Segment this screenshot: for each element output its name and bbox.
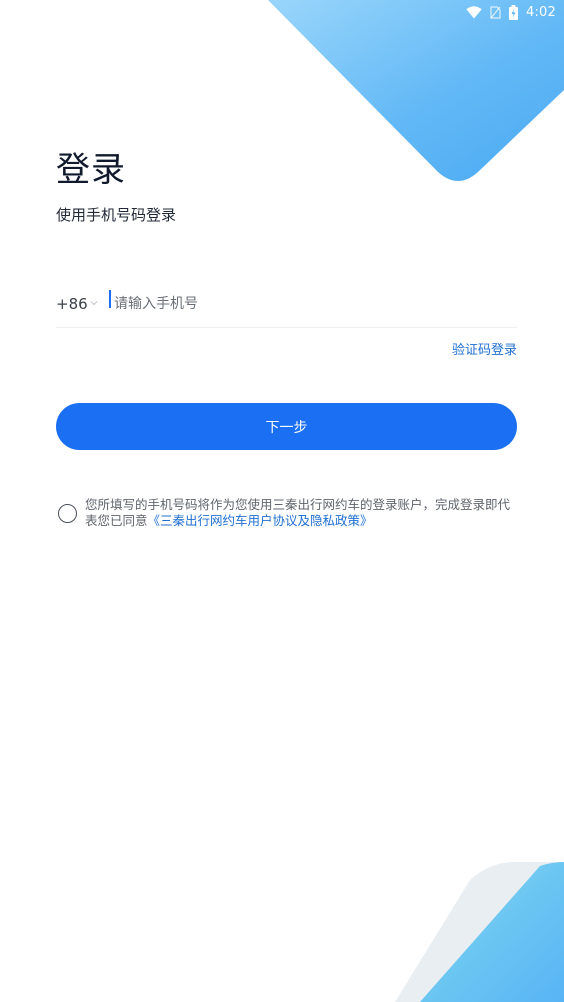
status-bar: 4:02 (364, 0, 564, 24)
next-button[interactable]: 下一步 (56, 403, 517, 450)
chevron-down-icon[interactable] (90, 298, 102, 309)
country-code[interactable]: +86 (56, 295, 88, 313)
text-caret (109, 290, 111, 308)
phone-row: +86 (56, 280, 517, 328)
page-subtitle: 使用手机号码登录 (56, 206, 177, 224)
agreement: 您所填写的手机号码将作为您使用三秦出行网约车的登录账户，完成登录即代表您已同意《… (58, 497, 518, 529)
radio-unchecked-icon[interactable] (58, 504, 77, 523)
page-title: 登录 (56, 150, 126, 190)
sim-card-icon (490, 5, 501, 19)
login-screen: 4:02 登录 使用手机号码登录 +86 验证码登录 下一步 您所填写的手机号码… (0, 0, 564, 1002)
status-time: 4:02 (526, 4, 556, 20)
sms-login-link[interactable]: 验证码登录 (452, 339, 517, 358)
agreement-link[interactable]: 《三秦出行网约车用户协议及隐私政策》 (148, 513, 373, 528)
agreement-text: 您所填写的手机号码将作为您使用三秦出行网约车的登录账户，完成登录即代表您已同意《… (85, 497, 510, 529)
wifi-icon (466, 5, 482, 18)
battery-icon (509, 4, 518, 20)
phone-input[interactable] (114, 288, 494, 319)
